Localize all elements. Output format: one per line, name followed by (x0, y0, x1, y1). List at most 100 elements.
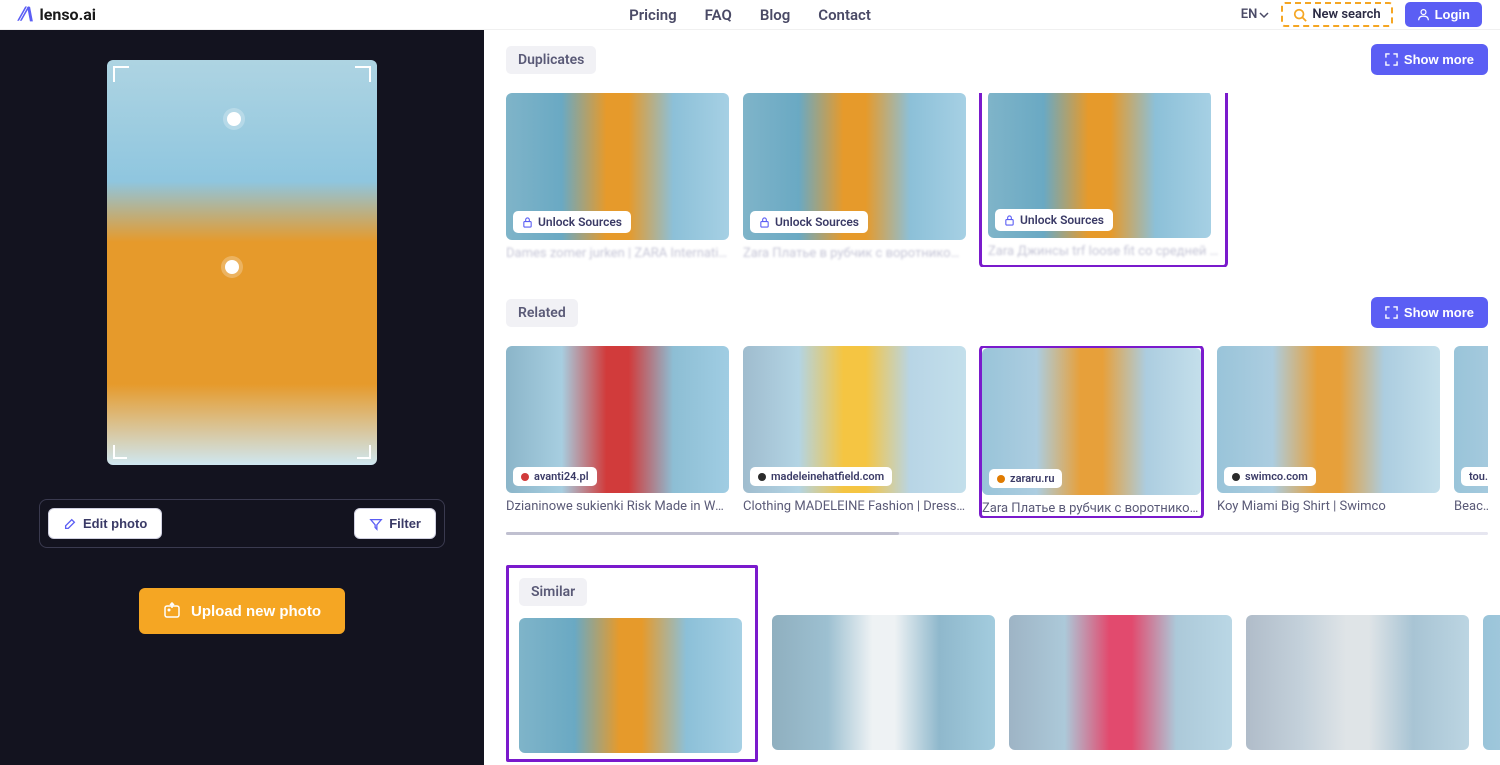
upload-label: Upload new photo (191, 603, 321, 620)
show-more-label: Show more (1404, 305, 1474, 320)
source-dot-icon (521, 473, 529, 481)
language-label: EN (1241, 7, 1258, 22)
edit-photo-button[interactable]: Edit photo (48, 508, 162, 539)
edit-photo-label: Edit photo (83, 516, 147, 531)
lock-icon (522, 217, 533, 228)
unlock-label: Unlock Sources (775, 215, 859, 229)
related-card[interactable]: tou... Beach... (1454, 346, 1488, 518)
show-more-label: Show more (1404, 52, 1474, 67)
show-more-related[interactable]: Show more (1371, 297, 1488, 328)
duplicate-card[interactable]: Unlock Sources Zara Платье в рубчик с во… (743, 93, 966, 267)
login-label: Login (1435, 7, 1470, 22)
section-related: Related Show more avanti24.pl Dzianinowe… (506, 297, 1488, 535)
hotspot-dress[interactable] (225, 260, 239, 274)
section-related-title: Related (506, 299, 578, 327)
source-dot-icon (758, 473, 766, 481)
expand-icon (1385, 306, 1398, 319)
result-thumbnail (1009, 615, 1232, 750)
section-duplicates-title: Duplicates (506, 46, 596, 74)
search-icon (1293, 8, 1307, 22)
language-selector[interactable]: EN (1241, 7, 1270, 22)
result-thumbnail: swimco.com (1217, 346, 1440, 493)
result-thumbnail: zararu.ru (982, 348, 1201, 495)
brand-text: lenso.ai (39, 5, 96, 24)
results-content: Duplicates Show more Unlock Sources Dame… (484, 30, 1500, 765)
result-caption: Clothing MADELEINE Fashion | Dress - M..… (743, 499, 966, 514)
source-dot-icon (997, 475, 1005, 483)
new-search-label: New search (1312, 7, 1380, 22)
section-similar-title: Similar (519, 578, 587, 606)
upload-icon (163, 602, 181, 620)
horizontal-scrollbar[interactable] (506, 532, 1488, 535)
user-icon (1417, 8, 1430, 21)
result-caption: Zara Платье в рубчик с воротником по... (743, 246, 966, 261)
source-label: zararu.ru (1010, 472, 1054, 485)
chevron-down-icon (1259, 10, 1269, 20)
query-image[interactable] (107, 60, 377, 465)
similar-card[interactable] (1246, 615, 1469, 750)
result-thumbnail (1483, 615, 1500, 750)
source-label: tou... (1469, 470, 1488, 483)
result-caption: Dzianinowe sukienki Risk Made in Warsa..… (506, 499, 729, 514)
unlock-sources-pill[interactable]: Unlock Sources (995, 209, 1113, 231)
source-pill[interactable]: zararu.ru (989, 469, 1062, 488)
unlock-sources-pill[interactable]: Unlock Sources (513, 211, 631, 233)
result-caption: Koy Miami Big Shirt | Swimco (1217, 499, 1440, 514)
unlock-sources-pill[interactable]: Unlock Sources (750, 211, 868, 233)
unlock-label: Unlock Sources (538, 215, 622, 229)
related-card[interactable]: avanti24.pl Dzianinowe sukienki Risk Mad… (506, 346, 729, 518)
result-caption: Dames zomer jurken | ZARA International (506, 246, 729, 261)
result-thumbnail (772, 615, 995, 750)
section-similar: Similar (506, 565, 1488, 762)
result-thumbnail: Unlock Sources (988, 93, 1211, 238)
related-card[interactable]: swimco.com Koy Miami Big Shirt | Swimco … (1217, 346, 1440, 518)
similar-card[interactable] (1009, 615, 1232, 750)
result-thumbnail: tou... (1454, 346, 1488, 493)
filter-button[interactable]: Filter (354, 508, 436, 539)
hotspot-face[interactable] (227, 112, 241, 126)
source-label: avanti24.pl (534, 470, 589, 483)
image-controls: Edit photo Filter (39, 499, 445, 548)
unlock-label: Unlock Sources (1020, 213, 1104, 227)
result-caption: Zara Платье в рубчик с воротником ... (982, 501, 1201, 516)
lock-icon (1004, 215, 1015, 226)
filter-label: Filter (389, 516, 421, 531)
similar-card[interactable] (1483, 615, 1500, 750)
expand-icon (1385, 53, 1398, 66)
source-pill[interactable]: tou... (1461, 467, 1488, 486)
edit-icon (63, 517, 77, 531)
similar-highlight-box: Similar (506, 565, 758, 762)
duplicate-card-highlighted[interactable]: Unlock Sources Zara Джинсы trf loose fit… (980, 93, 1227, 267)
section-duplicates: Duplicates Show more Unlock Sources Dame… (506, 44, 1488, 267)
source-label: swimco.com (1245, 470, 1308, 483)
source-pill[interactable]: madeleinehatfield.com (750, 467, 892, 486)
result-thumbnail[interactable] (519, 618, 742, 753)
upload-new-photo-button[interactable]: Upload new photo (139, 588, 345, 634)
source-label: madeleinehatfield.com (771, 470, 884, 483)
nav-blog[interactable]: Blog (760, 6, 790, 24)
nav-faq[interactable]: FAQ (705, 6, 732, 24)
result-thumbnail: Unlock Sources (506, 93, 729, 240)
related-card-highlighted[interactable]: zararu.ru Zara Платье в рубчик с воротни… (980, 346, 1203, 518)
source-dot-icon (1232, 473, 1240, 481)
related-card[interactable]: madeleinehatfield.com Clothing MADELEINE… (743, 346, 966, 518)
result-thumbnail (1246, 615, 1469, 750)
result-thumbnail: madeleinehatfield.com (743, 346, 966, 493)
duplicate-card[interactable]: Unlock Sources Dames zomer jurken | ZARA… (506, 93, 729, 267)
nav-pricing[interactable]: Pricing (629, 6, 677, 24)
similar-card[interactable] (772, 615, 995, 750)
login-button[interactable]: Login (1405, 2, 1482, 27)
show-more-duplicates[interactable]: Show more (1371, 44, 1488, 75)
logo[interactable]: ⫽\ lenso.ai (18, 4, 96, 25)
source-pill[interactable]: swimco.com (1224, 467, 1316, 486)
source-pill[interactable]: avanti24.pl (513, 467, 597, 486)
result-thumbnail: avanti24.pl (506, 346, 729, 493)
lock-icon (759, 217, 770, 228)
result-caption: Zara Джинсы trf loose fit со средней по.… (988, 244, 1219, 259)
filter-icon (369, 517, 383, 531)
logo-mark: ⫽\ (18, 4, 33, 25)
nav-contact[interactable]: Contact (818, 6, 871, 24)
new-search-button[interactable]: New search (1281, 2, 1392, 27)
sidebar: Edit photo Filter Upload new photo (0, 30, 484, 765)
result-thumbnail: Unlock Sources (743, 93, 966, 240)
